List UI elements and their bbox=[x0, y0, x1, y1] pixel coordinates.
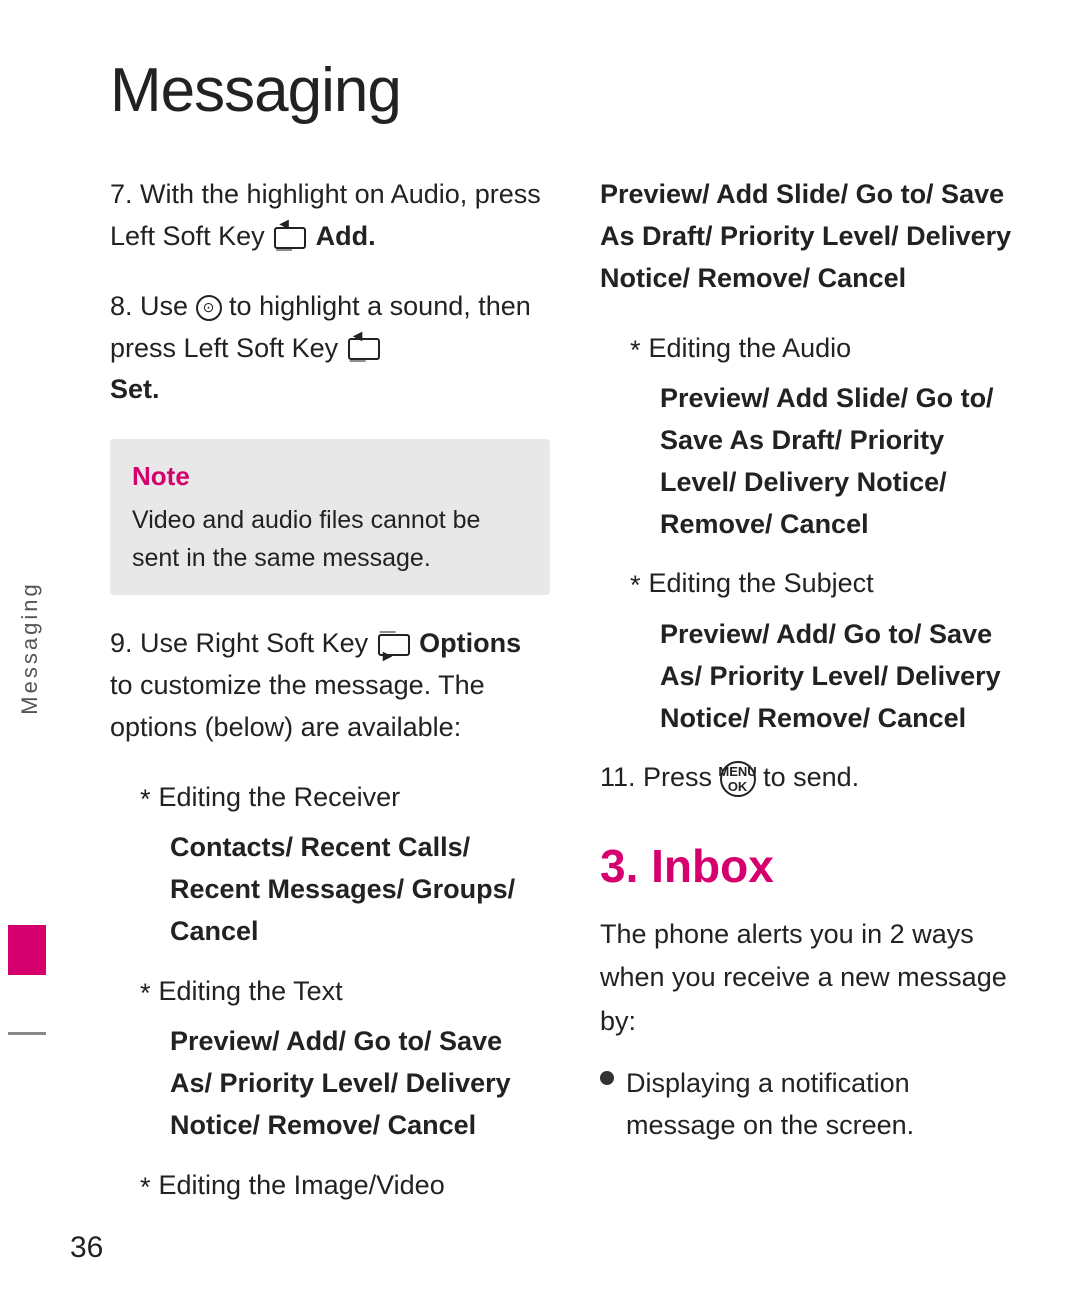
left-column: 7. With the highlight on Audio, press Le… bbox=[110, 174, 550, 1255]
section-3: 3. Inbox The phone alerts you in 2 ways … bbox=[600, 839, 1020, 1146]
sub-receiver-label: Editing the Receiver bbox=[159, 777, 401, 818]
nav-icon: ⊙ bbox=[196, 295, 222, 321]
sub-subject-label-row: * Editing the Subject bbox=[630, 563, 1020, 606]
main-content: Messaging 7. With the highlight on Audio… bbox=[60, 0, 1080, 1295]
sidebar: Messaging bbox=[0, 0, 60, 1295]
page-container: Messaging Messaging 7. With the highligh… bbox=[0, 0, 1080, 1295]
list-item-9: 9. Use Right Soft Key —► Options to cust… bbox=[110, 623, 550, 749]
note-text: Video and audio files cannot be sent in … bbox=[132, 502, 528, 577]
sub-image-label: Editing the Image/Video bbox=[159, 1165, 445, 1206]
left-soft-key-icon-2: ◄— bbox=[348, 338, 380, 360]
page-title: Messaging bbox=[110, 55, 1020, 126]
page-number: 36 bbox=[70, 1231, 103, 1265]
sub-text-options: Preview/ Add/ Go to/ Save As/ Priority L… bbox=[170, 1021, 550, 1147]
sub-image-label-row: * Editing the Image/Video bbox=[140, 1165, 550, 1208]
star-icon-receiver: * bbox=[140, 779, 151, 820]
item8-text1: 8. Use bbox=[110, 291, 196, 321]
item9-bold: Options bbox=[419, 628, 521, 658]
left-soft-key-icon-1: ◄— bbox=[274, 227, 306, 249]
star-icon-audio: * bbox=[630, 330, 641, 371]
note-label: Note bbox=[132, 457, 528, 496]
sidebar-line bbox=[8, 1032, 46, 1035]
sub-text-label-row: * Editing the Text bbox=[140, 971, 550, 1014]
sub-audio-options: Preview/ Add Slide/ Go to/ Save As Draft… bbox=[660, 378, 1020, 545]
sidebar-label: Messaging bbox=[17, 581, 43, 714]
sub-item-subject: * Editing the Subject Preview/ Add/ Go t… bbox=[630, 563, 1020, 739]
list-item: Displaying a notification message on the… bbox=[600, 1063, 1020, 1147]
sub-item-receiver: * Editing the Receiver Contacts/ Recent … bbox=[140, 777, 550, 953]
list-item-7: 7. With the highlight on Audio, press Le… bbox=[110, 174, 550, 258]
sub-audio-label: Editing the Audio bbox=[649, 328, 852, 369]
list-item-8: 8. Use ⊙ to highlight a sound, then pres… bbox=[110, 286, 550, 412]
sub-subject-label: Editing the Subject bbox=[649, 563, 874, 604]
item9-text1: 9. Use Right Soft Key bbox=[110, 628, 376, 658]
sub-audio-label-row: * Editing the Audio bbox=[630, 328, 1020, 371]
item8-bold: Set. bbox=[110, 374, 160, 404]
section3-heading: 3. Inbox bbox=[600, 839, 1020, 893]
bullet-list: Displaying a notification message on the… bbox=[600, 1063, 1020, 1147]
sub-receiver-label-row: * Editing the Receiver bbox=[140, 777, 550, 820]
section3-para: The phone alerts you in 2 ways when you … bbox=[600, 913, 1020, 1043]
bullet-text-1: Displaying a notification message on the… bbox=[626, 1063, 1020, 1147]
two-col-layout: 7. With the highlight on Audio, press Le… bbox=[110, 174, 1020, 1255]
sub-item-audio: * Editing the Audio Preview/ Add Slide/ … bbox=[630, 328, 1020, 546]
item11-text1: 11. Press bbox=[600, 762, 720, 792]
sub-item-text: * Editing the Text Preview/ Add/ Go to/ … bbox=[140, 971, 550, 1147]
sub-text-label: Editing the Text bbox=[159, 971, 343, 1012]
sidebar-bar bbox=[8, 925, 46, 975]
star-icon-image: * bbox=[140, 1167, 151, 1208]
image-video-options: Preview/ Add Slide/ Go to/ Save As Draft… bbox=[600, 174, 1020, 300]
star-icon-text: * bbox=[140, 973, 151, 1014]
sub-subject-options: Preview/ Add/ Go to/ Save As/ Priority L… bbox=[660, 614, 1020, 740]
sub-item-image: * Editing the Image/Video bbox=[140, 1165, 550, 1208]
item9-text2: to customize the message. The options (b… bbox=[110, 670, 485, 742]
list-item-11: 11. Press MENUOK to send. bbox=[600, 757, 1020, 799]
right-soft-key-icon: —► bbox=[378, 634, 410, 656]
sub-receiver-options: Contacts/ Recent Calls/ Recent Messages/… bbox=[170, 827, 550, 953]
item7-bold: Add. bbox=[316, 221, 376, 251]
star-icon-subject: * bbox=[630, 565, 641, 606]
note-box: Note Video and audio files cannot be sen… bbox=[110, 439, 550, 595]
right-column: Preview/ Add Slide/ Go to/ Save As Draft… bbox=[600, 174, 1020, 1255]
bullet-dot-icon bbox=[600, 1071, 614, 1085]
ok-icon: MENUOK bbox=[720, 761, 756, 797]
item11-text2: to send. bbox=[763, 762, 859, 792]
